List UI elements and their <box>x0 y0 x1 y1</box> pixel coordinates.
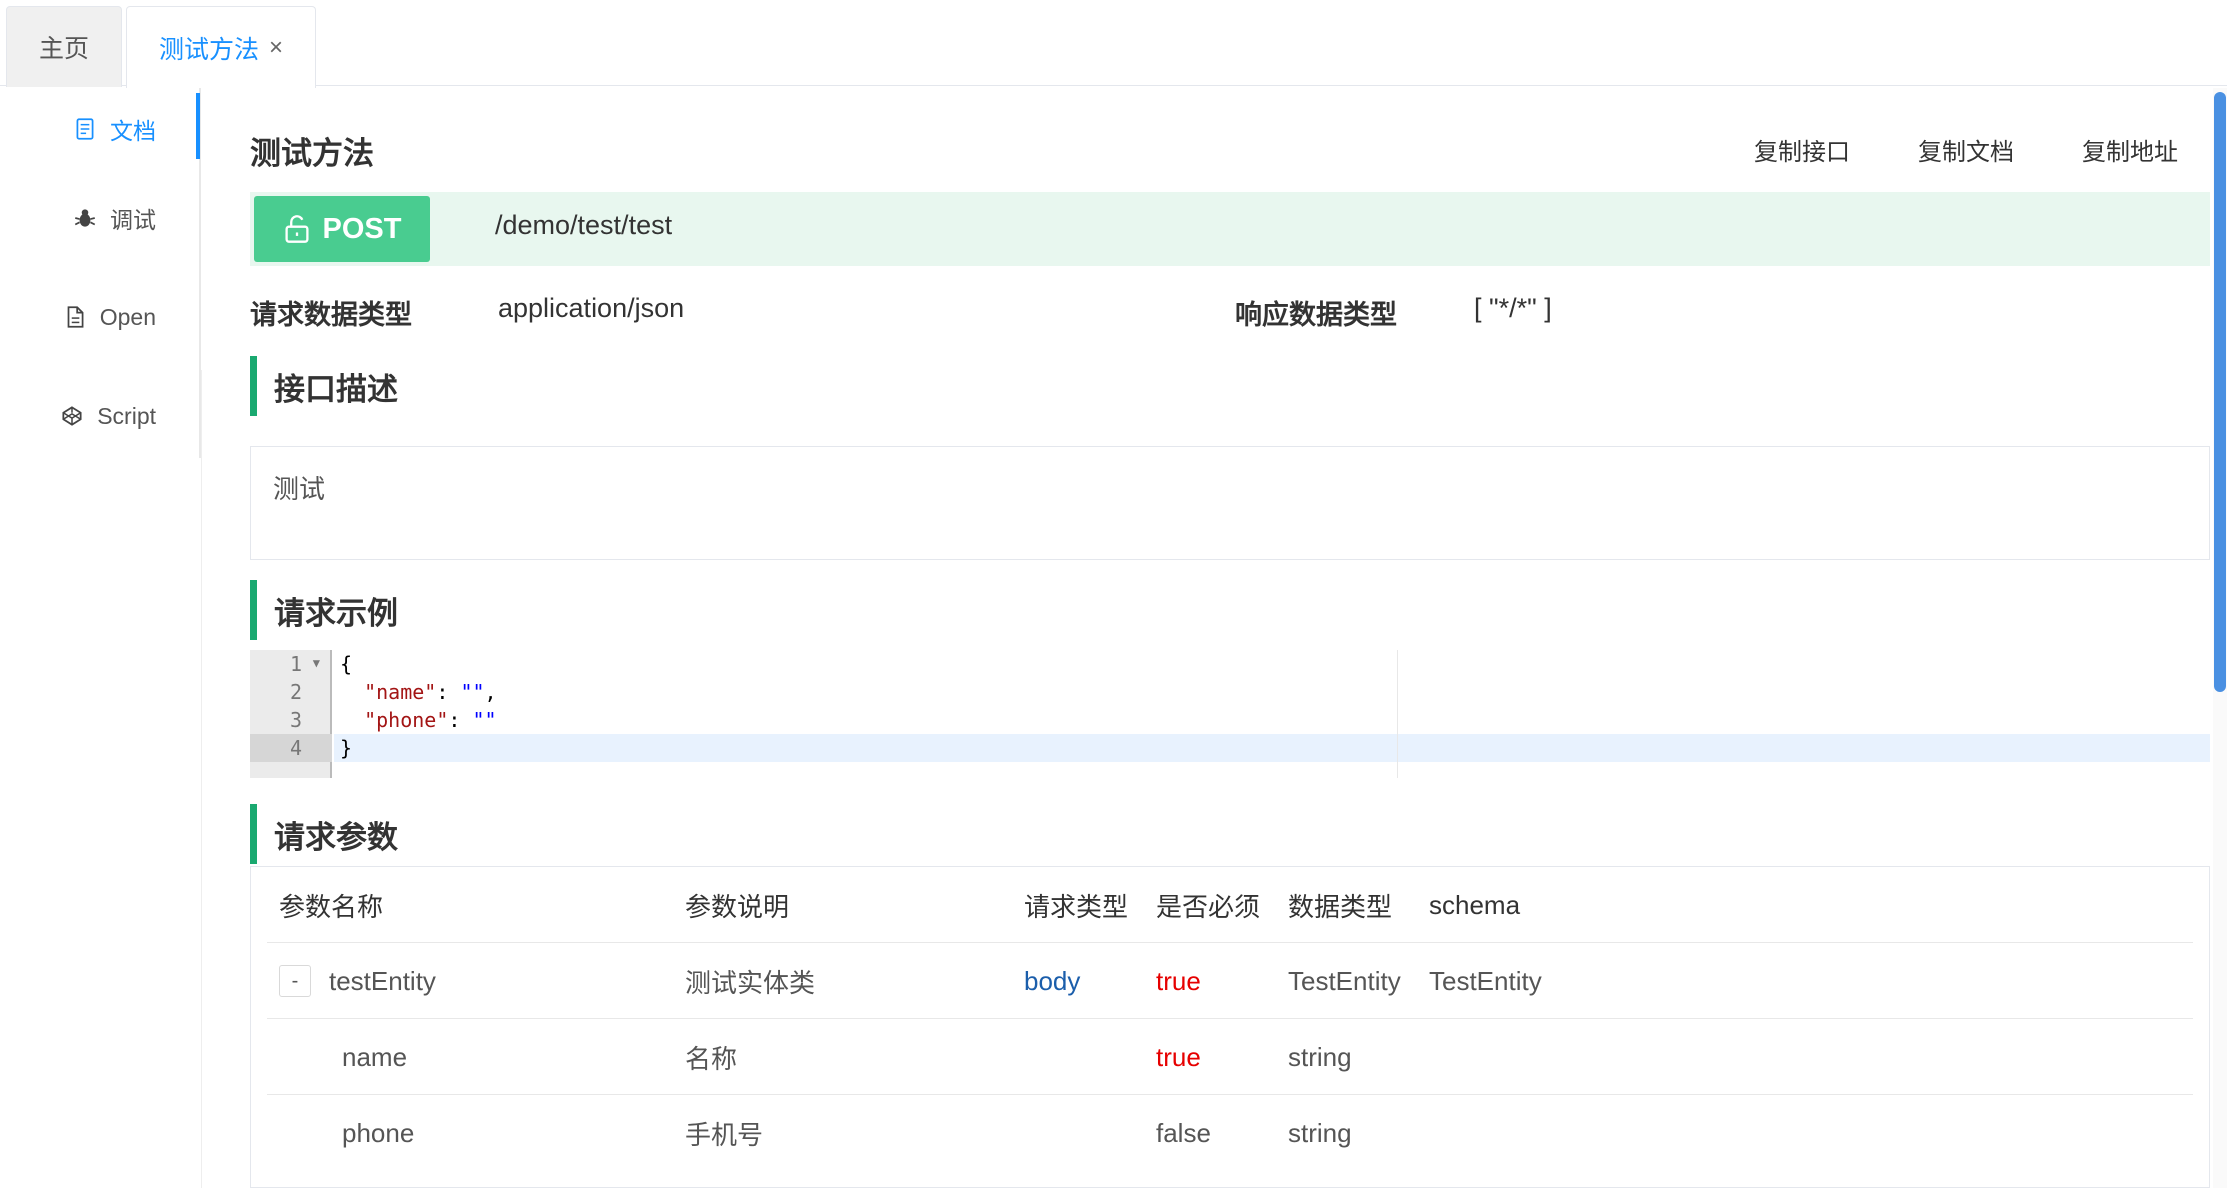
code-token: { <box>340 652 353 676</box>
code-line: "phone": "" <box>340 706 497 734</box>
action-links: 复制接口 复制文档 复制地址 <box>1754 132 2178 167</box>
param-schema: TestEntity <box>1429 965 1542 996</box>
column-header: schema <box>1429 889 1521 920</box>
param-name-cell: - testEntity <box>279 943 436 1019</box>
copy-doc-button[interactable]: 复制文档 <box>1918 132 2014 167</box>
code-token: "phone" <box>364 708 449 732</box>
param-name: phone <box>342 1117 415 1148</box>
params-table: 参数名称 参数说明 请求类型 是否必须 数据类型 schema - testEn… <box>250 866 2210 1188</box>
scrollbar-thumb[interactable] <box>2214 92 2226 692</box>
column-header: 数据类型 <box>1288 891 1393 922</box>
active-indicator <box>196 93 200 159</box>
menu-item-open-label: Open <box>99 303 156 330</box>
line-number: 1 <box>289 652 302 676</box>
content-divider <box>201 370 202 1188</box>
collapse-button[interactable]: - <box>279 965 311 997</box>
copy-api-button[interactable]: 复制接口 <box>1754 132 1850 167</box>
column-header: 参数名称 <box>279 891 384 922</box>
param-in: body <box>1024 965 1081 996</box>
section-params-title: 请求参数 <box>250 804 398 864</box>
menu-item-docs-label: 文档 <box>110 118 156 144</box>
menu-item-open[interactable]: Open <box>0 287 196 347</box>
line-number: 3 <box>289 708 302 732</box>
print-margin <box>1397 650 1398 778</box>
param-name: name <box>342 1041 408 1072</box>
content-type-row: 请求数据类型 application/json 响应数据类型 [ "*/*" ] <box>250 293 2210 333</box>
param-type: string <box>1288 1117 1352 1148</box>
table-header-row: 参数名称 参数说明 请求类型 是否必须 数据类型 schema <box>267 867 2193 943</box>
table-row: - testEntity 测试实体类 body true TestEntity … <box>267 943 2193 1019</box>
tab-bar: 主页 测试方法 × <box>0 0 2227 88</box>
code-token: : <box>448 708 473 732</box>
code-token: "name" <box>364 680 437 704</box>
param-desc: 名称 <box>685 1043 738 1074</box>
code-line: "name": "", <box>340 678 497 706</box>
tab-home-label: 主页 <box>38 35 89 63</box>
param-required: true <box>1156 965 1201 996</box>
column-header: 是否必须 <box>1156 891 1261 922</box>
code-token: } <box>340 736 353 760</box>
param-required: false <box>1156 1117 1211 1148</box>
tab-test-method-label: 测试方法 <box>158 35 259 64</box>
fold-arrow-icon[interactable]: ▼ <box>313 656 320 670</box>
file-icon <box>67 306 84 328</box>
description-text: 测试 <box>273 474 326 504</box>
table-row: phone 手机号 false string <box>267 1095 2193 1171</box>
code-line: } <box>340 734 352 762</box>
menu-item-script-label: Script <box>97 402 156 429</box>
param-type: TestEntity <box>1288 965 1401 996</box>
column-header: 参数说明 <box>685 891 790 922</box>
editor-gutter: 1 ▼ 2 3 4 <box>250 650 332 778</box>
menu-item-debug-label: 调试 <box>110 207 156 233</box>
code-token: "" <box>460 680 485 704</box>
method-badge: POST <box>254 196 430 262</box>
editor-active-line <box>334 734 2210 762</box>
code-token: , <box>484 680 497 704</box>
line-number: 2 <box>289 680 302 704</box>
codepen-icon <box>62 406 82 426</box>
copy-url-button[interactable]: 复制地址 <box>2082 132 2178 167</box>
tab-test-method[interactable]: 测试方法 × <box>126 6 316 88</box>
response-type-label: 响应数据类型 <box>1235 300 1397 330</box>
endpoint-bar: POST /demo/test/test <box>250 192 2210 266</box>
param-desc: 手机号 <box>685 1119 764 1150</box>
response-type-value: [ "*/*" ] <box>1474 293 1552 323</box>
method-label: POST <box>322 212 402 245</box>
endpoint-path: /demo/test/test <box>495 210 673 240</box>
unlock-icon <box>284 215 309 243</box>
code-token: : <box>436 680 461 704</box>
table-row: name 名称 true string <box>267 1019 2193 1095</box>
request-type-label: 请求数据类型 <box>250 300 412 330</box>
param-name: testEntity <box>329 965 436 996</box>
side-menu: 文档 调试 Open Script <box>0 88 201 1188</box>
param-type: string <box>1288 1041 1352 1072</box>
code-token: "" <box>472 708 497 732</box>
param-required: true <box>1156 1041 1201 1072</box>
page-title: 测试方法 <box>250 136 374 171</box>
menu-item-docs[interactable]: 文档 <box>0 99 196 159</box>
param-desc: 测试实体类 <box>685 967 816 998</box>
close-icon[interactable]: × <box>269 34 283 62</box>
description-box: 测试 <box>250 446 2210 560</box>
bug-icon <box>74 209 96 227</box>
tab-home[interactable]: 主页 <box>6 6 122 87</box>
request-type-value: application/json <box>498 293 685 323</box>
menu-item-script[interactable]: Script <box>0 386 196 446</box>
column-header: 请求类型 <box>1024 891 1129 922</box>
section-description-title: 接口描述 <box>250 356 398 416</box>
menu-item-debug[interactable]: 调试 <box>0 188 196 248</box>
code-line: { <box>340 650 352 678</box>
section-request-example-title: 请求示例 <box>250 580 398 640</box>
code-editor[interactable]: 1 ▼ 2 3 4 { "name": "", "phone": "" } <box>250 650 2210 778</box>
line-number: 4 <box>289 736 302 760</box>
document-icon <box>76 118 94 140</box>
